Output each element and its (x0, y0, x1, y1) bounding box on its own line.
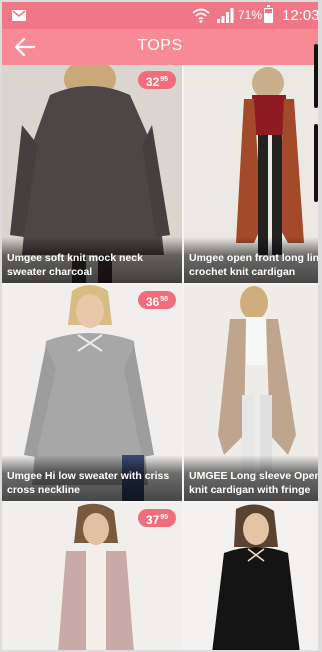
price-cents: 50 (160, 296, 169, 303)
product-title: UMGEE Long sleeve Open knit cardigan wit… (184, 455, 318, 501)
scroll-edge-indicator (314, 124, 318, 202)
product-card[interactable]: UMGEE Long sleeve Open knit cardigan wit… (184, 285, 318, 501)
product-card[interactable] (184, 503, 318, 650)
product-title-line: Umgee Hi low sweater with criss (7, 470, 170, 482)
app-bar: TOPS (2, 29, 318, 65)
price-cents: 95 (160, 514, 169, 521)
product-card[interactable]: Umgee open front long lin crochet knit c… (184, 65, 318, 283)
product-photo (184, 503, 318, 650)
product-title-line: UMGEE Long sleeve Open (189, 470, 318, 482)
battery-level-fill (265, 12, 272, 22)
product-title-line: cross neckline (7, 484, 80, 496)
price-dollars: 37 (145, 513, 160, 527)
battery-percent: 71% (238, 8, 263, 22)
product-title: Umgee open front long lin crochet knit c… (184, 237, 318, 283)
price-badge: 3795 (138, 509, 176, 527)
email-notification-icon (12, 10, 26, 21)
scroll-edge-indicator (314, 44, 318, 108)
product-title-line: knit cardigan with fringe (189, 484, 311, 496)
price-badge: 3650 (138, 291, 176, 309)
cell-signal-icon (217, 8, 235, 28)
product-title-line: Umgee soft knit mock neck (7, 252, 143, 264)
price-dollars: 36 (145, 295, 160, 309)
product-title-line: crochet knit cardigan (189, 266, 296, 278)
wifi-icon (192, 7, 210, 28)
product-card[interactable]: 3295 Umgee soft knit mock neck sweater c… (2, 65, 182, 283)
page-title: TOPS (137, 37, 183, 54)
price-badge: 3295 (138, 71, 176, 89)
product-card[interactable]: 3650 Umgee Hi low sweater with criss cro… (2, 285, 182, 501)
product-title: Umgee soft knit mock neck sweater charco… (2, 237, 182, 283)
price-cents: 95 (160, 76, 169, 83)
clock: 12:03 (282, 7, 318, 24)
product-title-line: Umgee open front long lin (189, 252, 318, 264)
status-bar: 71% 12:03 (2, 2, 318, 29)
price-dollars: 32 (145, 75, 160, 89)
product-title-line: sweater charcoal (7, 266, 93, 278)
product-card[interactable]: 3795 (2, 503, 182, 650)
phone-screen: 71% 12:03 TOPS 3295 Umgee soft knit mock… (2, 2, 318, 650)
battery-icon (264, 5, 273, 23)
product-title: Umgee Hi low sweater with criss cross ne… (2, 455, 182, 501)
